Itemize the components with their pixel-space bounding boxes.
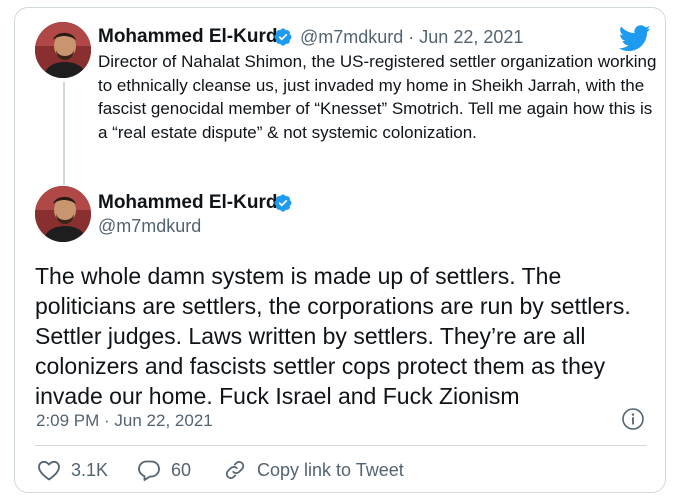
main-author-handle[interactable]: @m7mdkurd	[98, 216, 201, 237]
reply-count: 60	[171, 459, 192, 480]
link-icon	[225, 461, 245, 479]
heart-icon	[38, 460, 60, 481]
copy-link-button[interactable]: Copy link to Tweet	[223, 459, 404, 481]
thread-connector-line	[63, 82, 65, 185]
copy-link-label: Copy link to Tweet	[257, 459, 404, 480]
main-author-name[interactable]: Mohammed El-Kurd	[98, 192, 277, 214]
twitter-bird-icon[interactable]	[619, 25, 651, 52]
info-icon[interactable]	[621, 407, 645, 431]
like-button[interactable]: 3.1K	[37, 459, 108, 481]
reply-icon	[138, 460, 160, 481]
tweet-embed-card: Mohammed El-Kurd @m7mdkurd · Jun 22, 202…	[14, 7, 666, 493]
reply-button[interactable]: 60	[137, 459, 191, 481]
tweet-timestamp[interactable]: 2:09 PM · Jun 22, 2021	[36, 411, 213, 431]
like-count: 3.1K	[71, 459, 109, 480]
verified-badge-icon	[274, 194, 292, 212]
main-author-avatar[interactable]	[35, 186, 91, 242]
actions-divider	[35, 445, 647, 446]
main-tweet-text: The whole damn system is made up of sett…	[35, 263, 631, 409]
verified-badge-icon	[274, 28, 292, 46]
parent-tweet-text: Director of Nahalat Shimon, the US-regis…	[98, 52, 657, 142]
parent-author-avatar[interactable]	[35, 22, 91, 78]
parent-handle-date[interactable]: @m7mdkurd · Jun 22, 2021	[300, 27, 523, 48]
parent-author-name[interactable]: Mohammed El-Kurd	[98, 26, 277, 48]
